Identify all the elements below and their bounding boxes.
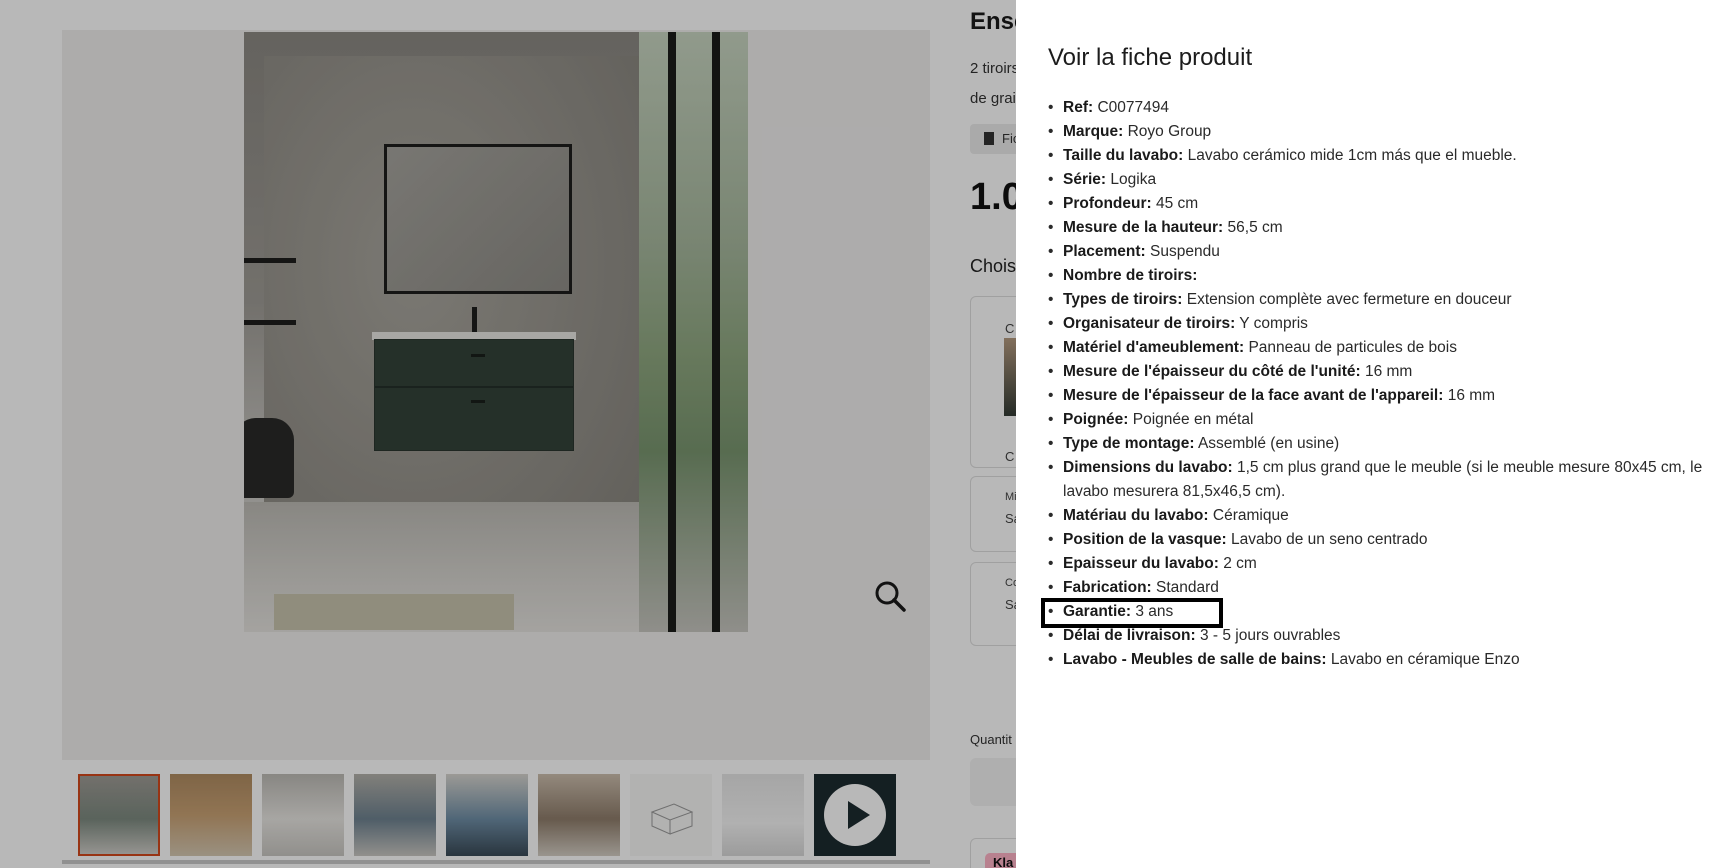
spec-item: Série: Logika [1048,168,1714,192]
spec-item: Lavabo - Meubles de salle de bains: Lava… [1048,648,1714,672]
spec-item: Poignée: Poignée en métal [1048,408,1714,432]
spec-value: Assemblé (en usine) [1197,435,1340,452]
spec-key: Placement: [1063,243,1146,260]
spec-item: Matériel d'ameublement: Panneau de parti… [1048,336,1714,360]
spec-item: Profondeur: 45 cm [1048,192,1714,216]
spec-value: 16 mm [1364,363,1413,380]
spec-key: Lavabo - Meubles de salle de bains: [1063,651,1327,668]
spec-key: Délai de livraison: [1063,627,1196,644]
spec-item: Marque: Royo Group [1048,120,1714,144]
spec-item: Epaisseur du lavabo: 2 cm [1048,552,1714,576]
spec-item: Types de tiroirs: Extension complète ave… [1048,288,1714,312]
spec-key: Mesure de l'épaisseur du côté de l'unité… [1063,363,1361,380]
spec-key: Matériau du lavabo: [1063,507,1209,524]
spec-value: Royo Group [1127,123,1212,140]
spec-key: Epaisseur du lavabo: [1063,555,1219,572]
spec-key: Types de tiroirs: [1063,291,1183,308]
product-page: Ense 2 tiroirs de grai Fic 1.0 Chois C C… [0,0,1714,868]
spec-key: Marque: [1063,123,1124,140]
spec-value: 3 - 5 jours ouvrables [1199,627,1341,644]
highlight-box [1041,598,1223,628]
spec-key: Organisateur de tiroirs: [1063,315,1236,332]
spec-item: Matériau du lavabo: Céramique [1048,504,1714,528]
spec-key: Type de montage: [1063,435,1195,452]
spec-value: 56,5 cm [1227,219,1283,236]
spec-key: Dimensions du lavabo: [1063,459,1233,476]
product-sheet-drawer: Voir la fiche produit Ref: C0077494Marqu… [1016,0,1714,868]
spec-item: Organisateur de tiroirs: Y compris [1048,312,1714,336]
spec-key: Mesure de la hauteur: [1063,219,1224,236]
spec-item: Ref: C0077494 [1048,96,1714,120]
spec-key: Série: [1063,171,1107,188]
spec-key: Nombre de tiroirs: [1063,267,1198,284]
spec-key: Poignée: [1063,411,1129,428]
spec-item: Type de montage: Assemblé (en usine) [1048,432,1714,456]
spec-item: Mesure de l'épaisseur de la face avant d… [1048,384,1714,408]
spec-value: Extension complète avec fermeture en dou… [1186,291,1512,308]
spec-item: Mesure de l'épaisseur du côté de l'unité… [1048,360,1714,384]
spec-value: 2 cm [1223,555,1257,572]
drawer-title: Voir la fiche produit [1048,44,1253,71]
spec-value: 16 mm [1447,387,1496,404]
spec-value: Lavabo cerámico mide 1cm más que el mueb… [1187,147,1517,164]
spec-key: Position de la vasque: [1063,531,1227,548]
spec-value: Lavabo en céramique Enzo [1330,651,1520,668]
spec-key: Taille du lavabo: [1063,147,1184,164]
spec-value: Poignée en métal [1132,411,1254,428]
spec-value: Standard [1156,579,1219,596]
spec-value: C0077494 [1097,99,1169,116]
spec-item: Mesure de la hauteur: 56,5 cm [1048,216,1714,240]
spec-item: Position de la vasque: Lavabo de un seno… [1048,528,1714,552]
spec-key: Profondeur: [1063,195,1152,212]
spec-value: Lavabo de un seno centrado [1230,531,1428,548]
spec-value: Y compris [1239,315,1308,332]
spec-item: Dimensions du lavabo: 1,5 cm plus grand … [1048,456,1714,504]
spec-list: Ref: C0077494Marque: Royo GroupTaille du… [1048,96,1714,672]
spec-key: Ref: [1063,99,1094,116]
spec-item: Fabrication: Standard [1048,576,1714,600]
spec-key: Mesure de l'épaisseur de la face avant d… [1063,387,1444,404]
spec-key: Fabrication: [1063,579,1152,596]
spec-item: Taille du lavabo: Lavabo cerámico mide 1… [1048,144,1714,168]
spec-item: Nombre de tiroirs: [1048,264,1714,288]
spec-key: Matériel d'ameublement: [1063,339,1245,356]
spec-value: Panneau de particules de bois [1248,339,1457,356]
spec-value: Suspendu [1150,243,1220,260]
spec-value: Céramique [1212,507,1289,524]
spec-item: Placement: Suspendu [1048,240,1714,264]
spec-value: Logika [1110,171,1157,188]
spec-value: 45 cm [1156,195,1199,212]
